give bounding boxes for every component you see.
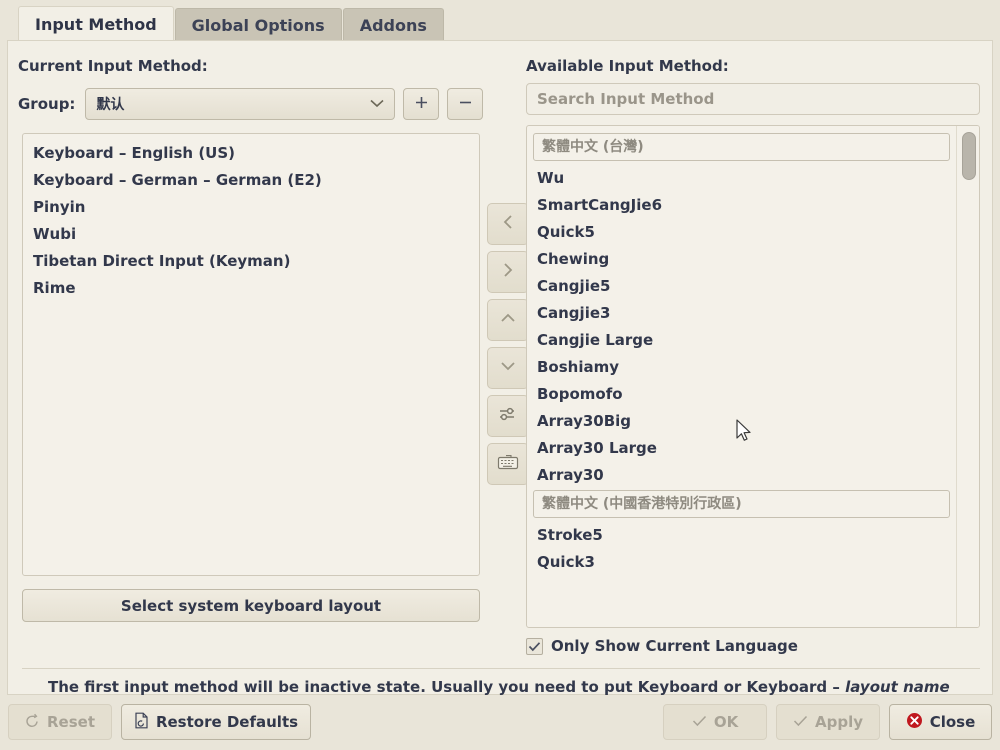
restore-defaults-label: Restore Defaults: [155, 713, 299, 731]
ok-label: OK: [713, 713, 739, 731]
list-item[interactable]: Boshiamy: [527, 354, 956, 381]
list-item[interactable]: Chewing: [527, 246, 956, 273]
plus-icon: [414, 95, 429, 114]
fcitx-configuration-window: Input Method Global Options Addons Curre…: [0, 0, 1000, 750]
configure-input-method-button[interactable]: [487, 395, 529, 437]
list-item[interactable]: Array30 Large: [527, 435, 956, 462]
list-item[interactable]: Quick5: [527, 219, 956, 246]
language-group-header: 繁體中文 (台灣): [533, 133, 950, 161]
move-to-available-button[interactable]: [487, 251, 529, 293]
close-button[interactable]: Close: [889, 704, 992, 740]
tab-bar: Input Method Global Options Addons: [0, 0, 1000, 42]
list-item[interactable]: Cangjie3: [527, 300, 956, 327]
list-item[interactable]: Stroke5: [527, 522, 956, 549]
reset-button[interactable]: Reset: [8, 704, 112, 740]
document-restore-icon: [134, 712, 149, 733]
input-method-page: Current Input Method: Group: 默认 Keyboard…: [7, 40, 993, 717]
keyboard-icon: [497, 453, 519, 475]
select-system-keyboard-layout-button[interactable]: Select system keyboard layout: [22, 589, 480, 622]
available-input-method-list[interactable]: 繁體中文 (台灣) Wu SmartCangJie6 Quick5 Chewin…: [526, 125, 980, 628]
scrollbar-thumb[interactable]: [962, 132, 976, 180]
group-label: Group:: [18, 95, 76, 113]
list-item[interactable]: Keyboard – English (US): [23, 140, 479, 167]
check-icon: [528, 641, 541, 651]
hint-italic: layout name: [845, 678, 950, 696]
only-show-current-language-label: Only Show Current Language: [551, 637, 798, 655]
tab-addons-label: Addons: [359, 16, 427, 35]
hint-part1: The first input method will be inactive …: [48, 678, 846, 696]
tab-global-options[interactable]: Global Options: [174, 8, 342, 42]
group-select[interactable]: 默认: [85, 88, 395, 120]
restore-defaults-button[interactable]: Restore Defaults: [121, 704, 311, 740]
tab-addons[interactable]: Addons: [342, 8, 444, 42]
available-list-scrollarea: 繁體中文 (台灣) Wu SmartCangJie6 Quick5 Chewin…: [527, 126, 956, 627]
chevron-down-icon: [499, 358, 517, 378]
move-to-current-button[interactable]: [487, 203, 529, 245]
check-icon: [793, 713, 808, 731]
chevron-up-icon: [499, 310, 517, 330]
language-group-header: 繁體中文 (中國香港特別行政區): [533, 490, 950, 518]
list-item[interactable]: Tibetan Direct Input (Keyman): [23, 248, 479, 275]
close-icon: [906, 712, 923, 733]
list-item[interactable]: Bopomofo: [527, 381, 956, 408]
move-up-button[interactable]: [487, 299, 529, 341]
search-input[interactable]: [526, 83, 980, 115]
tab-input-method[interactable]: Input Method: [18, 6, 174, 42]
apply-button[interactable]: Apply: [776, 704, 880, 740]
close-label: Close: [929, 713, 976, 731]
list-item[interactable]: Quick3: [527, 549, 956, 576]
chevron-left-icon: [500, 213, 516, 235]
reset-icon: [25, 713, 40, 732]
checkbox-box: [526, 637, 543, 655]
list-item[interactable]: Cangjie5: [527, 273, 956, 300]
select-system-keyboard-layout-label: Select system keyboard layout: [120, 596, 382, 615]
current-input-method-heading: Current Input Method:: [18, 57, 208, 75]
hint-separator: [22, 668, 980, 669]
group-row: Group: 默认: [18, 87, 483, 121]
list-item[interactable]: SmartCangJie6: [527, 192, 956, 219]
minus-icon: [458, 95, 473, 114]
remove-group-button[interactable]: [447, 88, 483, 120]
tab-input-method-label: Input Method: [35, 15, 157, 34]
sliders-icon: [498, 405, 518, 427]
chevron-down-icon: [370, 96, 384, 112]
ok-button[interactable]: OK: [663, 704, 767, 740]
current-input-method-list[interactable]: Keyboard – English (US) Keyboard – Germa…: [22, 133, 480, 576]
dialog-button-bar: Reset Restore Defaults OK Apply Close: [0, 698, 1000, 750]
reset-label: Reset: [47, 713, 95, 731]
chevron-right-icon: [500, 261, 516, 283]
list-item[interactable]: Rime: [23, 275, 479, 302]
available-input-method-heading: Available Input Method:: [526, 57, 729, 75]
group-select-value: 默认: [96, 97, 125, 113]
list-item[interactable]: Array30: [527, 462, 956, 489]
move-down-button[interactable]: [487, 347, 529, 389]
only-show-current-language-checkbox[interactable]: Only Show Current Language: [526, 637, 798, 655]
keyboard-layout-button[interactable]: [487, 443, 529, 485]
apply-label: Apply: [814, 713, 863, 731]
list-item[interactable]: Pinyin: [23, 194, 479, 221]
list-item[interactable]: Cangjie Large: [527, 327, 956, 354]
list-item[interactable]: Wu: [527, 165, 956, 192]
list-item[interactable]: Keyboard – German – German (E2): [23, 167, 479, 194]
list-item[interactable]: Array30Big: [527, 408, 956, 435]
transfer-buttons-column: [487, 203, 531, 491]
available-list-scrollbar[interactable]: [956, 126, 979, 627]
add-group-button[interactable]: [403, 88, 439, 120]
tab-global-options-label: Global Options: [191, 16, 325, 35]
list-item[interactable]: Wubi: [23, 221, 479, 248]
check-icon: [692, 713, 707, 731]
